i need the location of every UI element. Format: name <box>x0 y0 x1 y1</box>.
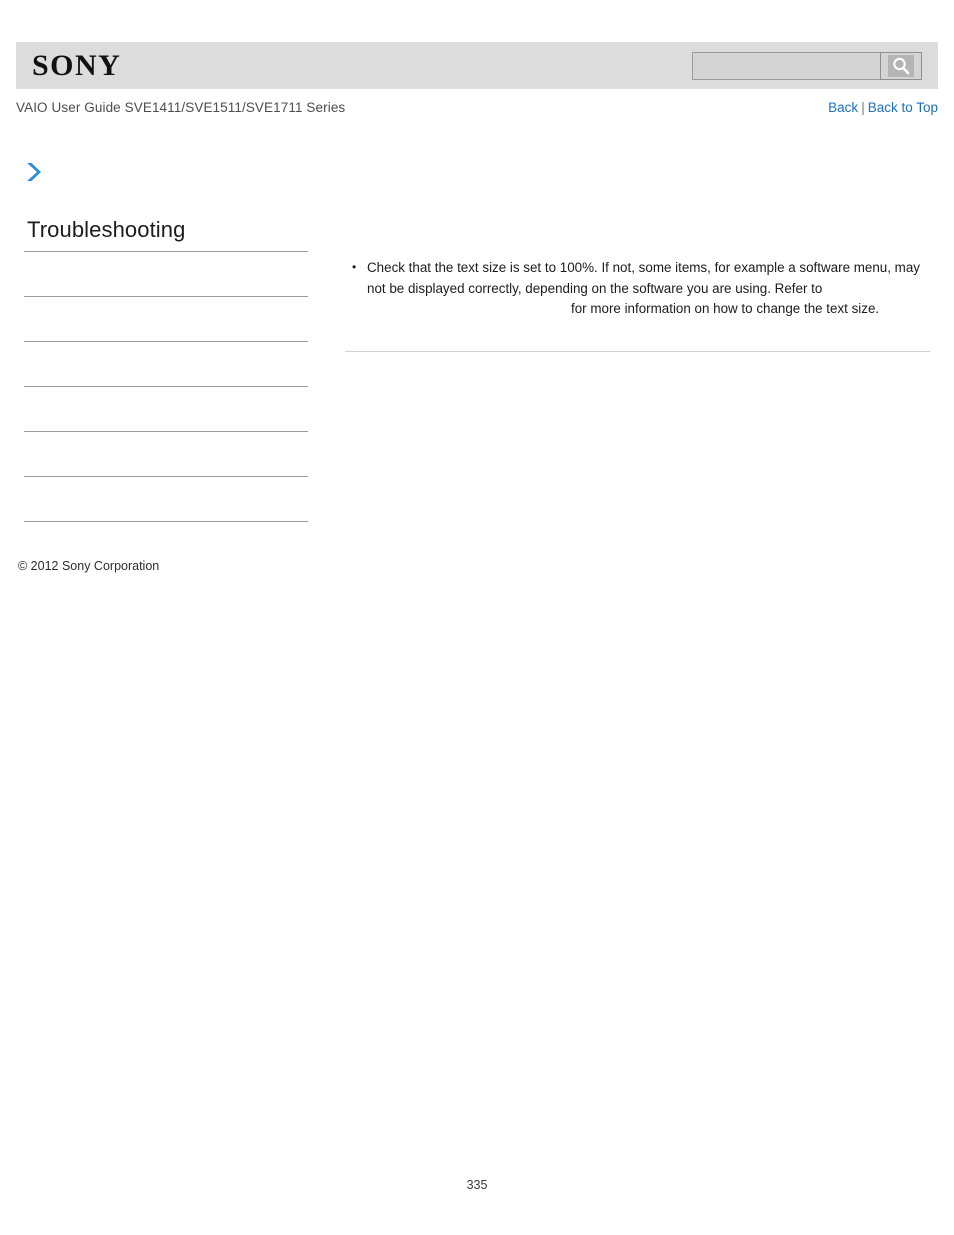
troubleshooting-list: Check that the text size is set to 100%.… <box>345 257 930 320</box>
content-divider <box>345 351 930 352</box>
sidebar-section-title: Troubleshooting <box>27 217 186 242</box>
copyright-text: © 2012 Sony Corporation <box>18 559 160 573</box>
page-title: VAIO User Guide SVE1411/SVE1511/SVE1711 … <box>16 100 346 115</box>
sidebar-item-3[interactable] <box>24 387 308 431</box>
bullet-text-after: for more information on how to change th… <box>571 301 880 316</box>
site-header: SONY <box>16 42 938 89</box>
guide-title-row: VAIO User Guide SVE1411/SVE1511/SVE1711 … <box>16 100 938 115</box>
search-input[interactable] <box>692 51 880 80</box>
search-button[interactable] <box>880 51 922 80</box>
back-link[interactable]: Back <box>828 100 858 115</box>
back-to-top-link[interactable]: Back to Top <box>868 100 938 115</box>
sidebar-item-4[interactable] <box>24 432 308 476</box>
chevron-right-icon[interactable] <box>24 161 44 183</box>
nav-separator: | <box>861 100 865 115</box>
list-item: Check that the text size is set to 100%.… <box>352 257 930 320</box>
sidebar-divider <box>24 521 308 523</box>
sidebar: Troubleshooting <box>24 217 308 523</box>
search-area <box>692 51 922 80</box>
header-nav: Back | Back to Top <box>828 100 938 115</box>
search-icon <box>888 54 914 77</box>
main-content: Check that the text size is set to 100%.… <box>345 257 930 320</box>
sony-logo: SONY <box>32 48 122 82</box>
page-number: 335 <box>466 1178 488 1192</box>
sidebar-item-0[interactable] <box>24 252 308 296</box>
sidebar-item-2[interactable] <box>24 342 308 386</box>
sidebar-item-1[interactable] <box>24 297 308 341</box>
bullet-text-before: Check that the text size is set to 100%.… <box>367 260 920 296</box>
sidebar-item-5[interactable] <box>24 477 308 521</box>
